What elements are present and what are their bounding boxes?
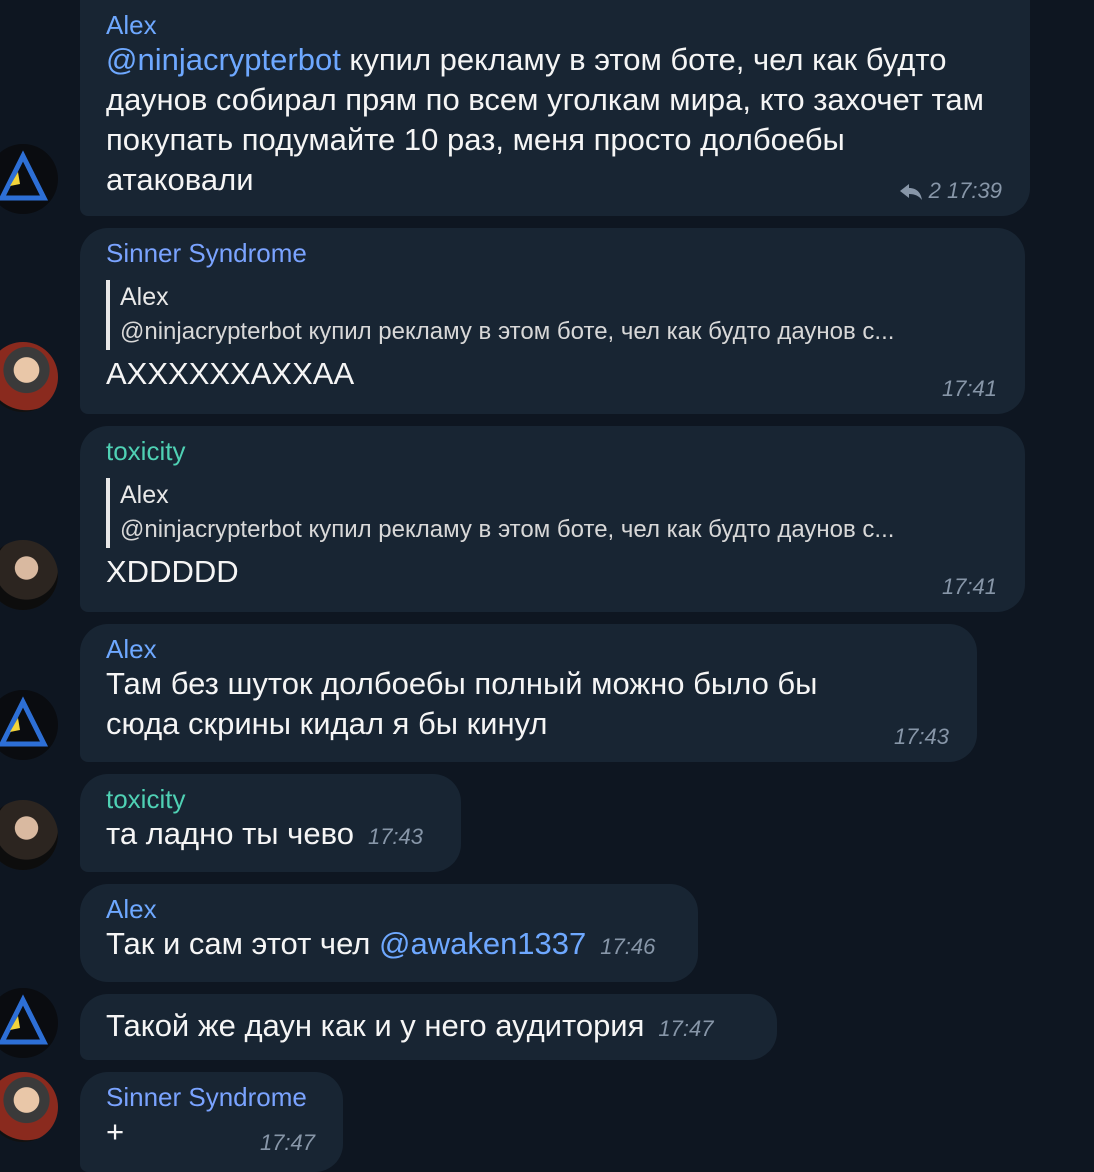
message-time: 17:43	[367, 824, 424, 849]
avatar[interactable]	[0, 144, 58, 214]
sender-name[interactable]: Alex	[106, 10, 1004, 40]
message-bubble[interactable]: Alex Так и сам этот чел @awaken1337 17:46	[80, 884, 698, 982]
message-text: Так и сам этот чел @awaken1337 17:46	[106, 924, 672, 967]
message-time: 17:47	[658, 1016, 714, 1041]
message-bubble[interactable]: toxicity та ладно ты чево 17:43	[80, 774, 461, 872]
message-body: Такой же даун как и у него аудитория	[106, 1008, 645, 1043]
message-bubble[interactable]: Alex @ninjacrypterbot купил рекламу в эт…	[80, 0, 1030, 216]
sender-name[interactable]: toxicity	[106, 436, 999, 466]
message-body: та ладно ты чево	[106, 816, 354, 851]
avatar[interactable]	[0, 342, 58, 412]
mention-link[interactable]: @awaken1337	[379, 926, 586, 961]
message-text: XDDDDD	[106, 554, 239, 589]
sender-name[interactable]: Alex	[106, 634, 951, 664]
message-text: Такой же даун как и у него аудитория 17:4…	[106, 1006, 751, 1049]
message-text: АХХХХХХАХХАА	[106, 356, 355, 391]
sender-name[interactable]: Sinner Syndrome	[106, 238, 999, 268]
avatar[interactable]	[0, 988, 58, 1058]
message-time: 17:39	[946, 178, 1002, 203]
reply-quote[interactable]: Alex @ninjacrypterbot купил рекламу в эт…	[106, 478, 999, 548]
message-bubble[interactable]: Такой же даун как и у него аудитория 17:4…	[80, 994, 777, 1060]
quote-author: Alex	[120, 481, 169, 509]
avatar-logo-icon	[0, 994, 49, 1045]
message-body: Так и сам этот чел	[106, 926, 379, 961]
message-time: 17:46	[600, 934, 656, 959]
reply-quote[interactable]: Alex @ninjacrypterbot купил рекламу в эт…	[106, 280, 999, 350]
sender-name[interactable]: Alex	[106, 894, 672, 924]
message-time: 17:43	[893, 724, 949, 749]
mention-link[interactable]: @ninjacrypterbot	[106, 42, 341, 77]
avatar[interactable]	[0, 540, 58, 610]
avatar[interactable]	[0, 800, 58, 870]
avatar-logo-icon	[0, 696, 49, 747]
message-time: 17:47	[259, 1130, 315, 1155]
message-meta[interactable]: 2 17:39	[900, 178, 1002, 204]
sender-name[interactable]: toxicity	[106, 784, 435, 814]
reply-arrow-icon	[900, 184, 923, 200]
avatar[interactable]	[0, 690, 58, 760]
message-time: 17:41	[941, 376, 997, 401]
reply-count: 2	[928, 178, 941, 203]
message-time: 17:41	[941, 574, 997, 599]
message-body: +	[106, 1114, 125, 1149]
avatar-logo-icon	[0, 150, 49, 201]
message-bubble[interactable]: toxicity Alex @ninjacrypterbot купил рек…	[80, 426, 1025, 612]
message-bubble[interactable]: Alex Там без шуток долбоебы полный можно…	[80, 624, 977, 762]
avatar[interactable]	[0, 1072, 58, 1142]
quote-text: @ninjacrypterbot купил рекламу в этом бо…	[120, 516, 895, 543]
message-text: Там без шуток долбоебы полный можно было…	[106, 666, 818, 741]
message-bubble[interactable]: Sinner Syndrome Alex @ninjacrypterbot ку…	[80, 228, 1025, 414]
sender-name[interactable]: Sinner Syndrome	[106, 1082, 317, 1112]
message-bubble[interactable]: Sinner Syndrome + 17:47	[80, 1072, 343, 1172]
quote-text: @ninjacrypterbot купил рекламу в этом бо…	[120, 318, 895, 345]
message-text: та ладно ты чево 17:43	[106, 814, 435, 857]
quote-author: Alex	[120, 283, 169, 311]
message-text: @ninjacrypterbot купил рекламу в этом бо…	[106, 40, 1004, 200]
